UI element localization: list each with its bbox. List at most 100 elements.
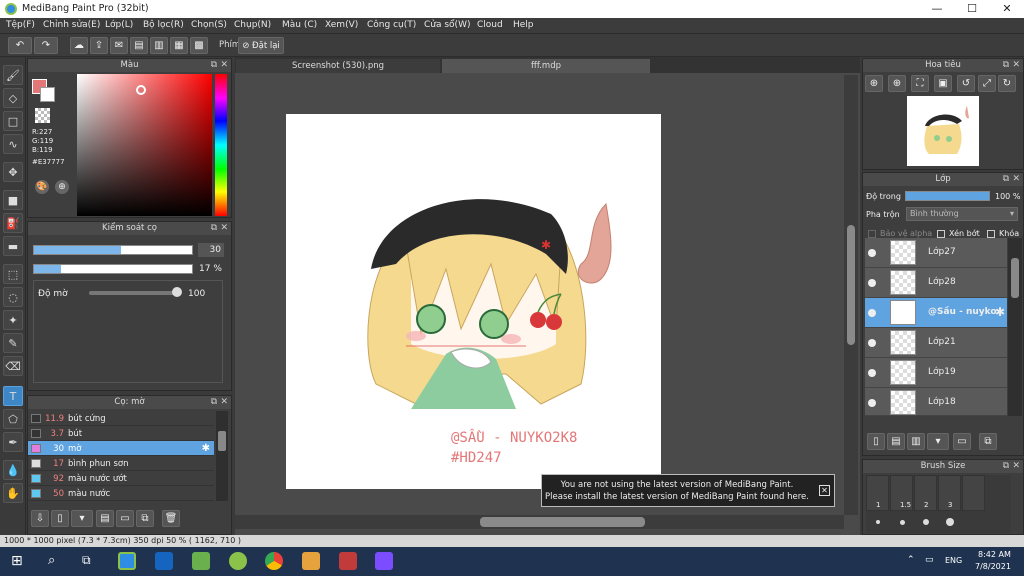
settings-gear-icon[interactable]: ✱: [202, 443, 210, 454]
new-halftone-layer-icon[interactable]: ▤: [887, 433, 905, 450]
chrome-app-icon[interactable]: [265, 552, 283, 570]
eyedropper-icon[interactable]: 💧: [3, 460, 23, 480]
menu-cloud[interactable]: Cloud: [477, 20, 503, 30]
brush-folder-icon[interactable]: ▭: [116, 510, 134, 527]
select-eraser-icon[interactable]: ⌫: [3, 356, 23, 376]
fit-icon[interactable]: ⛶: [911, 75, 929, 92]
lock-checkbox[interactable]: [987, 230, 995, 238]
popout-icon[interactable]: ⧉: [1003, 59, 1009, 72]
minimize-button[interactable]: —: [920, 0, 954, 18]
brush-item[interactable]: 92 màu nước ướt: [28, 471, 214, 486]
visibility-eye-icon[interactable]: [868, 399, 876, 407]
size-cell[interactable]: [962, 475, 985, 511]
notification-tray-icon[interactable]: ▭: [925, 555, 934, 565]
brush-item[interactable]: 11.9 bút cứng: [28, 411, 214, 426]
folder-app-icon[interactable]: [302, 552, 320, 570]
dot-tool-icon[interactable]: □: [3, 111, 23, 131]
comic-icon[interactable]: ▤: [130, 37, 148, 54]
menu-edit[interactable]: Chỉnh sửa(E): [43, 20, 100, 30]
layers-scroll-thumb[interactable]: [1011, 258, 1019, 298]
maximize-button[interactable]: ☐: [955, 0, 989, 18]
close-button[interactable]: ✕: [990, 0, 1024, 18]
brush-delete-icon[interactable]: 🗑: [162, 510, 180, 527]
transparent-swatch[interactable]: [35, 108, 50, 123]
protect-alpha-checkbox[interactable]: [868, 230, 876, 238]
horizontal-scroll-thumb[interactable]: [480, 517, 645, 527]
close-icon[interactable]: ✕: [220, 59, 228, 72]
pen-tool-icon[interactable]: ✒: [3, 432, 23, 452]
menu-layer[interactable]: Lớp(L): [105, 20, 133, 30]
vertical-scrollbar[interactable]: [844, 75, 858, 515]
blur-slider-handle[interactable]: [172, 287, 182, 297]
palette-add-icon[interactable]: ⊕: [55, 180, 69, 194]
zoom-in-icon[interactable]: ⊕: [865, 75, 883, 92]
clock-date[interactable]: 7/8/2021: [975, 562, 1011, 571]
layer-opacity-slider[interactable]: [905, 191, 990, 201]
brush-download-icon[interactable]: ⇩: [31, 510, 49, 527]
visibility-eye-icon[interactable]: [868, 369, 876, 377]
popout-icon[interactable]: ⧉: [211, 59, 217, 72]
curve-tool-icon[interactable]: ∿: [3, 134, 23, 154]
popout-icon[interactable]: ⧉: [1003, 460, 1009, 473]
undo-button[interactable]: ↶: [8, 37, 32, 54]
background-color-swatch[interactable]: [40, 87, 55, 102]
hue-slider[interactable]: [215, 74, 227, 216]
popout-icon[interactable]: ⧉: [211, 222, 217, 235]
messenger-app-icon[interactable]: [155, 552, 173, 570]
flip-icon[interactable]: ⤢: [978, 75, 996, 92]
layer-row[interactable]: Lớp28: [865, 268, 1007, 298]
duplicate-layer-icon[interactable]: ⧉: [979, 433, 997, 450]
vertical-scroll-thumb[interactable]: [847, 225, 855, 345]
brush-item-selected[interactable]: 30 mờ ✱: [28, 441, 214, 456]
brush-new-icon[interactable]: ▯: [51, 510, 69, 527]
blur-slider[interactable]: [89, 291, 181, 295]
visibility-eye-icon[interactable]: [868, 339, 876, 347]
blend-mode-select[interactable]: Bình thường ▾: [906, 207, 1018, 221]
game2-app-icon[interactable]: [375, 552, 393, 570]
game-app-icon[interactable]: [192, 552, 210, 570]
horizontal-scrollbar[interactable]: [235, 515, 844, 529]
close-icon[interactable]: ✕: [220, 222, 228, 235]
brush-item[interactable]: 3.7 bút: [28, 426, 214, 441]
new-8bit-layer-icon[interactable]: ▥: [907, 433, 925, 450]
layer-row-selected[interactable]: @Sầu - nuyko ✱: [865, 298, 1007, 328]
brush-add-icon[interactable]: ▾: [71, 510, 93, 527]
popout-icon[interactable]: ⧉: [1003, 173, 1009, 186]
brush-duplicate-icon[interactable]: ⧉: [136, 510, 154, 527]
brush-item[interactable]: 17 bình phun sơn: [28, 456, 214, 471]
layer-row[interactable]: Lớp27: [865, 238, 1007, 268]
hand-tool-icon[interactable]: ✋: [3, 483, 23, 503]
clip-checkbox[interactable]: [937, 230, 945, 238]
tab-fff-mdp[interactable]: fff.mdp: [442, 59, 650, 73]
select-rect-icon[interactable]: ⬚: [3, 264, 23, 284]
redo-button[interactable]: ↷: [34, 37, 58, 54]
menu-view[interactable]: Xem(V): [325, 20, 358, 30]
close-icon[interactable]: ✕: [1012, 173, 1020, 186]
actual-size-icon[interactable]: ▣: [934, 75, 952, 92]
winrar-app-icon[interactable]: [339, 552, 357, 570]
move-tool-icon[interactable]: ✥: [3, 162, 23, 182]
gradient-tool-icon[interactable]: ▬: [3, 236, 23, 256]
visibility-eye-icon[interactable]: [868, 309, 876, 317]
saturation-value-picker[interactable]: [77, 74, 212, 216]
add-layer-menu-icon[interactable]: ▾: [927, 433, 949, 450]
close-icon[interactable]: ✕: [1012, 59, 1020, 72]
tray-chevron-icon[interactable]: ⌃: [907, 555, 915, 565]
grid-icon[interactable]: ▦: [170, 37, 188, 54]
eraser-tool-icon[interactable]: ◇: [3, 88, 23, 108]
close-icon[interactable]: ✕: [1012, 460, 1020, 473]
cloud-save-icon[interactable]: ☁: [70, 37, 88, 54]
size-dot[interactable]: [946, 518, 954, 526]
settings-gear-icon[interactable]: ✱: [995, 305, 1005, 319]
menu-help[interactable]: Help: [513, 20, 534, 30]
task-view-icon[interactable]: ⧉: [82, 553, 91, 568]
menu-file[interactable]: Tệp(F): [6, 20, 35, 30]
size-dot[interactable]: [923, 519, 929, 525]
text-tool-icon[interactable]: T: [3, 386, 23, 406]
layer-row[interactable]: Lớp21: [865, 328, 1007, 358]
brush-edit-icon[interactable]: ▤: [96, 510, 114, 527]
browser-app-icon[interactable]: [229, 552, 247, 570]
comment-icon[interactable]: ✉: [110, 37, 128, 54]
popout-icon[interactable]: ⧉: [211, 396, 217, 409]
brush-list-scroll-thumb[interactable]: [218, 431, 226, 451]
